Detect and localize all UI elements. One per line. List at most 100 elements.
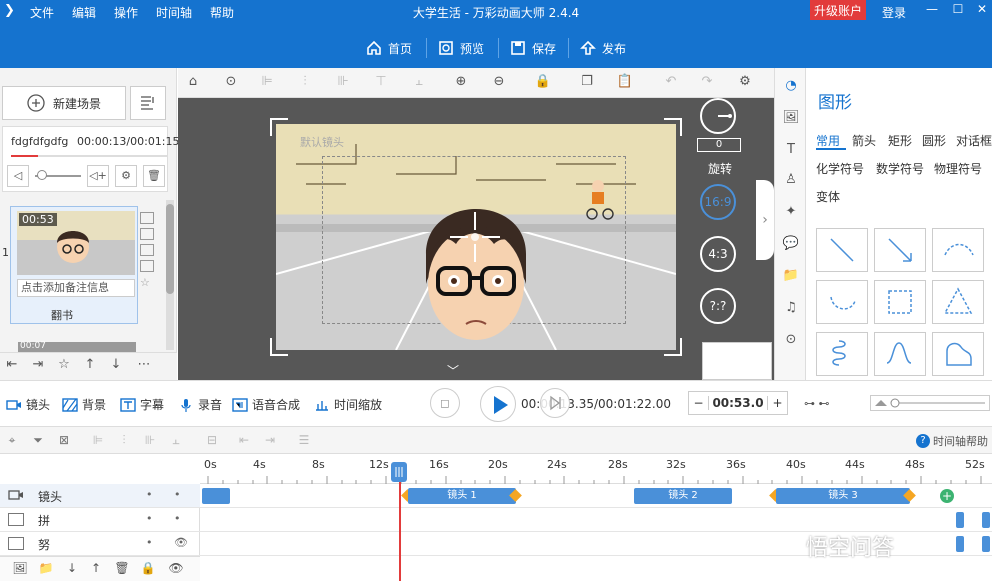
fit-timeline-icon[interactable]: ⊶ ⊷ bbox=[804, 397, 830, 410]
track-image[interactable] bbox=[200, 508, 992, 532]
time-zoom-button[interactable]: 时间缩放 bbox=[314, 396, 382, 413]
bubble-category-icon[interactable]: 💬 bbox=[781, 236, 801, 256]
tts-button[interactable]: 语音合成 bbox=[232, 396, 300, 413]
scene-list-scrollbar[interactable] bbox=[166, 200, 174, 350]
preview-button[interactable]: 预览 bbox=[438, 36, 484, 60]
zoom-out-icon[interactable]: ⊖ bbox=[490, 74, 508, 92]
category-circle[interactable]: 圆形 bbox=[922, 132, 946, 149]
scene-note-input[interactable]: 点击添加备注信息 bbox=[17, 279, 135, 297]
camera-block[interactable]: 镜头 1 bbox=[408, 488, 516, 504]
login-button[interactable]: 登录 bbox=[882, 4, 906, 21]
align-center-icon[interactable]: ⫶ bbox=[296, 74, 314, 92]
crosshair-icon[interactable]: ⌖ bbox=[4, 433, 20, 449]
minimize-icon[interactable]: — bbox=[922, 2, 942, 18]
arrow-up-icon[interactable]: ↑ bbox=[88, 561, 104, 577]
add-keyframe-icon[interactable]: + bbox=[940, 489, 954, 503]
screenshot-icon[interactable]: ◻ bbox=[430, 388, 460, 418]
shape-category-icon[interactable]: ◔ bbox=[781, 78, 801, 98]
more-options-icon[interactable]: ⊙ bbox=[222, 74, 240, 92]
align-center-icon[interactable]: ⫶ bbox=[116, 433, 132, 449]
character-boy-icon[interactable] bbox=[396, 184, 556, 350]
align-right-icon[interactable]: ⊪ bbox=[142, 433, 158, 449]
clear-filter-icon[interactable]: ⊠ bbox=[56, 433, 72, 449]
shape-dashed-triangle[interactable] bbox=[932, 280, 984, 324]
next-scene-thumbnail[interactable]: 00:07 bbox=[18, 341, 136, 352]
align-middle-icon[interactable]: ⫠ bbox=[410, 74, 428, 92]
play-button[interactable] bbox=[480, 386, 516, 422]
category-rect[interactable]: 矩形 bbox=[888, 132, 912, 149]
home-icon[interactable]: ⌂ bbox=[184, 74, 202, 92]
shape-line[interactable] bbox=[816, 228, 868, 272]
replace-scene-icon[interactable] bbox=[140, 260, 154, 272]
shape-arc[interactable] bbox=[932, 228, 984, 272]
distribute-icon[interactable]: ⫠ bbox=[168, 433, 184, 449]
folder-icon[interactable]: 📁 bbox=[38, 561, 54, 577]
align-left-icon[interactable]: ⊫ bbox=[258, 74, 276, 92]
track-row-camera[interactable]: 镜头 • • bbox=[0, 484, 200, 508]
shape-blob[interactable] bbox=[932, 332, 984, 376]
camera-button[interactable]: 镜头 bbox=[6, 396, 50, 413]
paste-icon[interactable]: 📋 bbox=[616, 74, 634, 92]
trash-icon[interactable]: 🗑 bbox=[143, 165, 165, 187]
arrow-down-icon[interactable]: ↓ bbox=[106, 357, 126, 377]
effect-category-icon[interactable]: ✦ bbox=[781, 204, 801, 224]
track-row-image[interactable]: 拼 • • bbox=[0, 508, 200, 532]
stage[interactable]: 默认镜头 bbox=[276, 124, 676, 350]
export-icon[interactable]: ⇥ bbox=[28, 357, 48, 377]
crosshair-icon[interactable] bbox=[450, 212, 500, 262]
maximize-icon[interactable]: ☐ bbox=[948, 2, 968, 18]
volume-mute-icon[interactable]: ◁ bbox=[7, 165, 29, 187]
settings-icon[interactable]: ⚙ bbox=[736, 74, 754, 92]
caption-button[interactable]: 字幕 bbox=[120, 396, 164, 413]
camera-block[interactable]: 镜头 3 bbox=[776, 488, 910, 504]
align-right-icon[interactable]: ⊪ bbox=[334, 74, 352, 92]
scene-thumbnail-item[interactable]: 00:53 点击添加备注信息 翻书 bbox=[10, 206, 138, 324]
ratio-16-9-button[interactable]: 16:9 bbox=[700, 184, 736, 220]
eye-icon[interactable]: 👁 bbox=[168, 561, 184, 577]
text-category-icon[interactable]: T bbox=[781, 142, 801, 162]
timeline-zoom-slider[interactable] bbox=[870, 395, 990, 411]
star-icon[interactable]: ☆ bbox=[54, 357, 74, 377]
category-common[interactable]: 常用 bbox=[816, 132, 840, 149]
image-category-icon[interactable]: 🖼 bbox=[781, 110, 801, 130]
next-frame-button[interactable] bbox=[540, 388, 570, 418]
trash-icon[interactable]: 🗑 bbox=[114, 561, 130, 577]
gear-icon[interactable]: ⚙ bbox=[115, 165, 137, 187]
delete-scene-icon[interactable] bbox=[140, 228, 154, 240]
home-button[interactable]: 首页 bbox=[366, 36, 412, 60]
publish-button[interactable]: 发布 bbox=[580, 36, 626, 60]
zoom-in-icon[interactable]: ⊕ bbox=[452, 74, 470, 92]
character-category-icon[interactable]: ♙ bbox=[781, 172, 801, 192]
track-dot[interactable]: • bbox=[146, 512, 153, 525]
editor-canvas[interactable]: 默认镜头 0 旋转 16:9 4:3 ?:? ﹀ bbox=[178, 98, 774, 380]
ratio-custom-button[interactable]: ?:? bbox=[700, 288, 736, 324]
shape-arrow[interactable] bbox=[874, 228, 926, 272]
arrow-down-icon[interactable]: ↓ bbox=[64, 561, 80, 577]
lock-icon[interactable]: 🔒 bbox=[534, 74, 552, 92]
category-physics[interactable]: 物理符号 bbox=[934, 160, 982, 177]
timeline-ruler[interactable]: 0s 4s 8s 12s 16s 20s 24s 28s 32s 36s 40s… bbox=[200, 454, 992, 484]
save-button[interactable]: 保存 bbox=[510, 36, 556, 60]
star-icon[interactable]: ☆ bbox=[140, 276, 154, 289]
shape-spring[interactable] bbox=[816, 332, 868, 376]
align-top-icon[interactable]: ⊤ bbox=[372, 74, 390, 92]
align-left-icon[interactable]: ⊫ bbox=[90, 433, 106, 449]
stack-icon[interactable]: ⊟ bbox=[204, 433, 220, 449]
arrow-up-icon[interactable]: ↑ bbox=[80, 357, 100, 377]
copy-scene-icon[interactable] bbox=[140, 212, 154, 224]
track-dot[interactable]: • bbox=[174, 512, 181, 525]
shape-wave[interactable] bbox=[874, 332, 926, 376]
track-dot[interactable]: 👁 bbox=[174, 536, 188, 549]
more-category-icon[interactable]: ⊙ bbox=[781, 332, 801, 352]
redo-icon[interactable]: ↷ bbox=[698, 74, 716, 92]
volume-up-icon[interactable]: ◁+ bbox=[87, 165, 109, 187]
track-dot[interactable]: • bbox=[146, 536, 153, 549]
background-button[interactable]: 背景 bbox=[62, 396, 106, 413]
record-button[interactable]: 录音 bbox=[178, 396, 222, 413]
track-dot[interactable]: • bbox=[146, 488, 153, 501]
track-camera[interactable]: 镜头 1 镜头 2 镜头 3 bbox=[200, 484, 992, 508]
music-category-icon[interactable]: ♫ bbox=[781, 300, 801, 320]
duration-stepper[interactable]: − 00:53.0 + bbox=[688, 391, 788, 415]
shape-dashed-rect[interactable] bbox=[874, 280, 926, 324]
category-math[interactable]: 数学符号 bbox=[876, 160, 924, 177]
